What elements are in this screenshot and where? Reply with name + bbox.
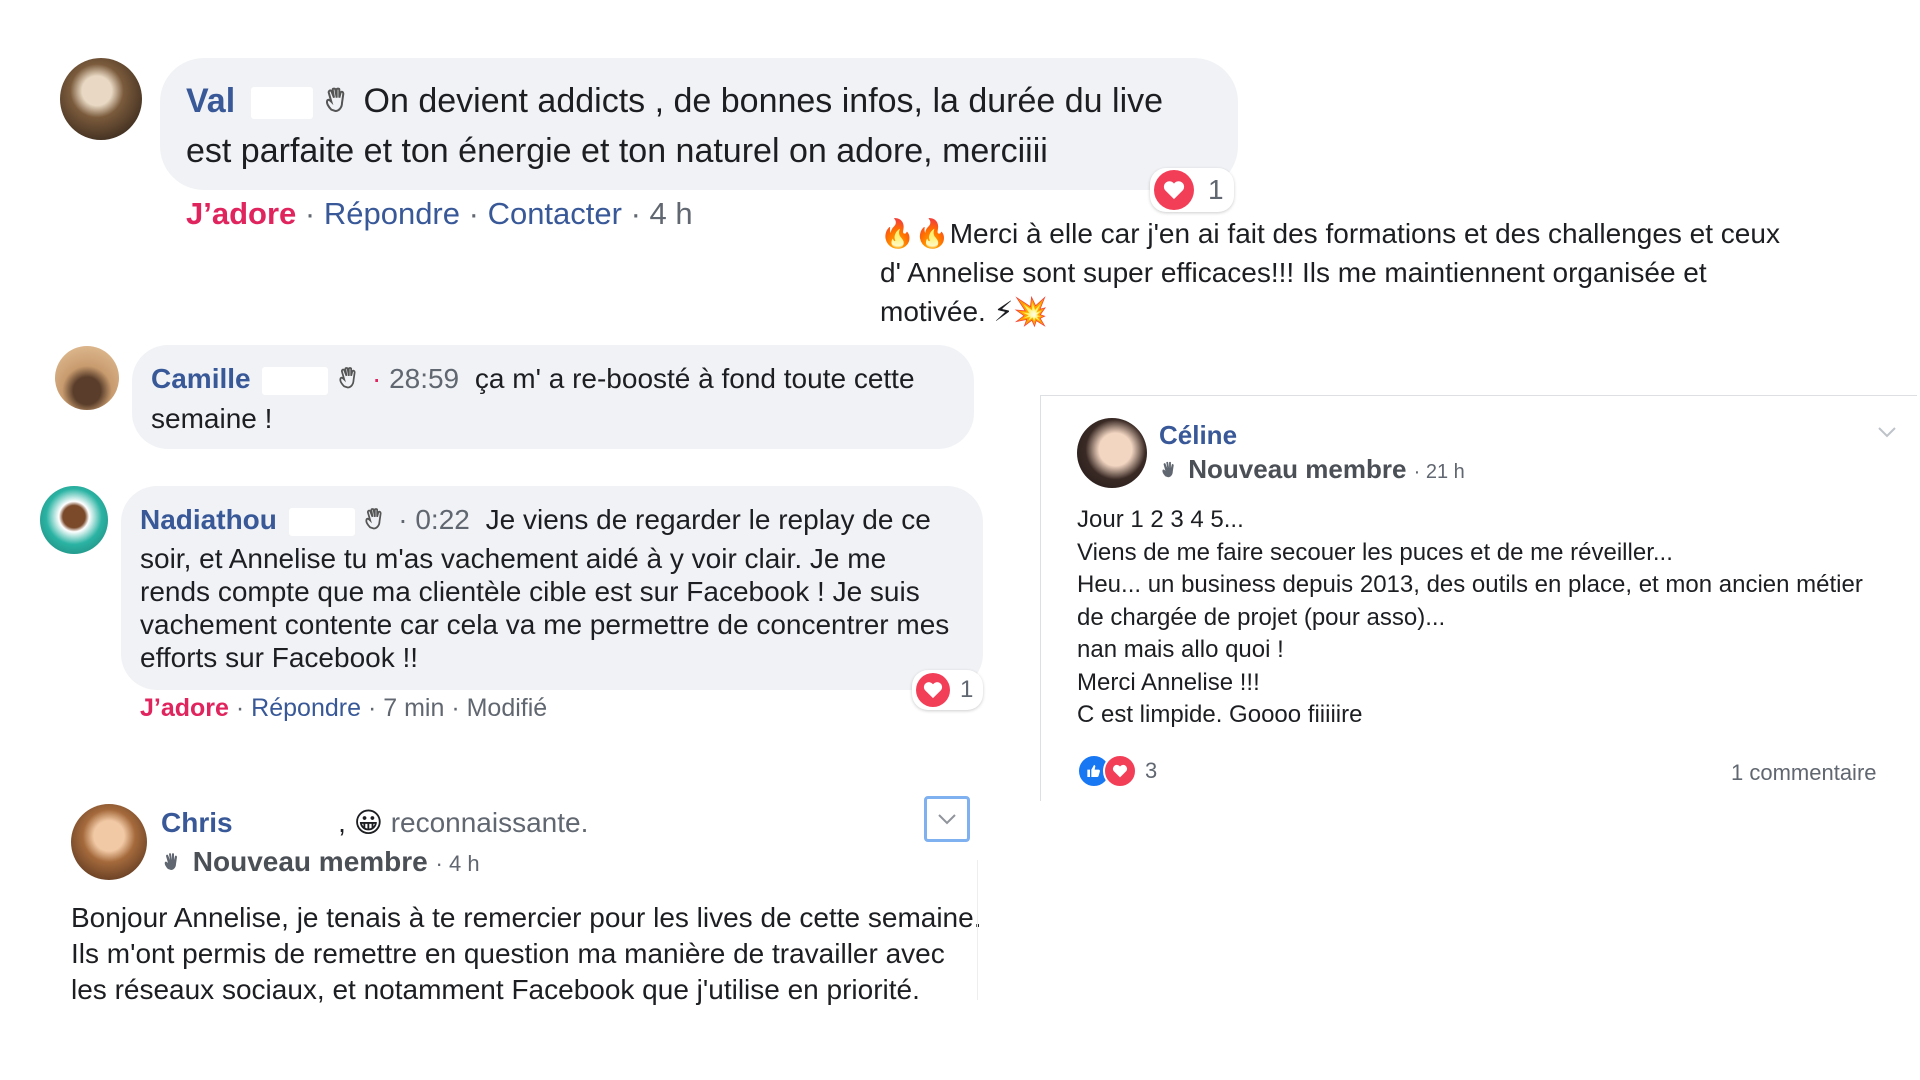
comment-text: efforts sur Facebook !! [140,642,419,673]
reply-button[interactable]: Répondre [251,694,361,722]
chevron-down-icon[interactable] [1877,426,1897,438]
post-text: Ils m'ont permis de remettre en question… [71,938,945,969]
reaction-count: 1 [1208,174,1224,205]
sparkle-icon: 💥 [1013,296,1049,327]
post-card-celine: Céline Nouveau membre · 21 h Jour 1 2 3 … [1040,395,1917,801]
avatar-celine[interactable] [1077,418,1147,488]
lightning-icon: ⚡ [993,296,1014,327]
redacted-surname [250,87,313,120]
wave-hand-icon [362,504,390,539]
post-text: Merci Annelise !!! [1077,668,1260,696]
post-text: Jour 1 2 3 4 5... [1077,506,1244,533]
fire-icon: 🔥🔥 [880,218,950,249]
wave-hand-icon [322,83,354,124]
redacted-surname [240,810,331,839]
quoted-testimonial: 🔥🔥Merci à elle car j'en ai fait des form… [880,218,1780,327]
post-text: C est limpide. Goooo fiiiiire [1077,701,1363,728]
feeling-text: reconnaissante. [390,807,589,838]
avatar-camille[interactable] [55,346,119,410]
edited-label: Modifié [466,694,548,722]
comment-text: On devient addicts , de bonnes infos, la… [363,82,1164,120]
comment-text: vachement contente car cela va me permet… [140,609,950,640]
reaction-summary[interactable]: 1 [1150,168,1234,212]
post-text: Heu... un business depuis 2013, des outi… [1077,571,1863,598]
love-reaction-icon [916,673,950,707]
love-reaction-icon [1154,170,1194,210]
post-text: Bonjour Annelise, je tenais à te remerci… [71,902,982,933]
avatar-nadiathou[interactable] [40,486,108,554]
comment-text: semaine ! [151,403,273,434]
post-text: nan mais allo quoi ! [1077,636,1284,663]
wave-hand-icon [1159,456,1181,487]
wave-hand-icon [161,848,185,880]
comment-time: 7 min [383,694,445,722]
poster-name[interactable]: Chris [161,807,233,838]
comment-bubble-val: Val On devient addicts , de bonnes infos… [160,58,1238,190]
commenter-name[interactable]: Val [186,82,235,120]
comment-text: Je viens de regarder le replay de ce [485,504,931,535]
smile-emoji-icon: 😀 [353,807,383,838]
wave-hand-icon [336,363,364,398]
comments-count-link[interactable]: 1 commentaire [1731,760,1877,786]
reaction-summary[interactable]: 3 [1077,754,1157,788]
reaction-count: 3 [1145,758,1158,783]
chevron-down-icon [938,814,956,825]
post-time[interactable]: 4 h [449,851,480,876]
avatar-val[interactable] [60,58,142,140]
reaction-count: 1 [960,676,974,703]
love-button[interactable]: J’adore [140,694,229,722]
comment-bubble-camille: Camille · 28:59 ça m' a re-boosté à fond… [132,345,974,449]
avatar-chris[interactable] [71,804,147,880]
love-button[interactable]: J’adore [186,196,296,231]
redacted-surname [288,507,355,536]
member-badge[interactable]: Nouveau membre [193,846,428,877]
post-text: les réseaux sociaux, et notamment Facebo… [71,974,920,1005]
contact-button[interactable]: Contacter [488,196,622,231]
commenter-name[interactable]: Nadiathou [140,504,277,535]
reply-button[interactable]: Répondre [324,196,460,231]
reaction-summary[interactable]: 1 [912,670,984,710]
post-text: de chargée de projet (pour asso)... [1077,603,1446,631]
comment-text: rends compte que ma clientèle cible est … [140,576,920,607]
member-badge[interactable]: Nouveau membre [1188,454,1406,484]
commenter-name[interactable]: Camille [151,363,251,394]
comment-text: est parfaite et ton énergie et ton natur… [186,132,1048,170]
divider [977,860,978,1000]
post-options-button[interactable] [924,796,970,842]
comment-text: soir, et Annelise tu m'as vachement aidé… [140,543,887,574]
post-time[interactable]: 21 h [1426,461,1465,483]
video-timestamp[interactable]: 28:59 [389,363,459,394]
post-text: Viens de me faire secouer les puces et d… [1077,538,1673,566]
comment-bubble-nadiathou: Nadiathou · 0:22 Je viens de regarder le… [121,486,983,690]
poster-name[interactable]: Céline [1159,420,1237,451]
redacted-surname [262,366,329,395]
video-timestamp[interactable]: 0:22 [415,504,470,535]
comment-text: ça m' a re-boosté à fond toute cette [474,363,915,394]
love-reaction-icon [1103,754,1137,788]
comment-time: 4 h [649,196,693,231]
